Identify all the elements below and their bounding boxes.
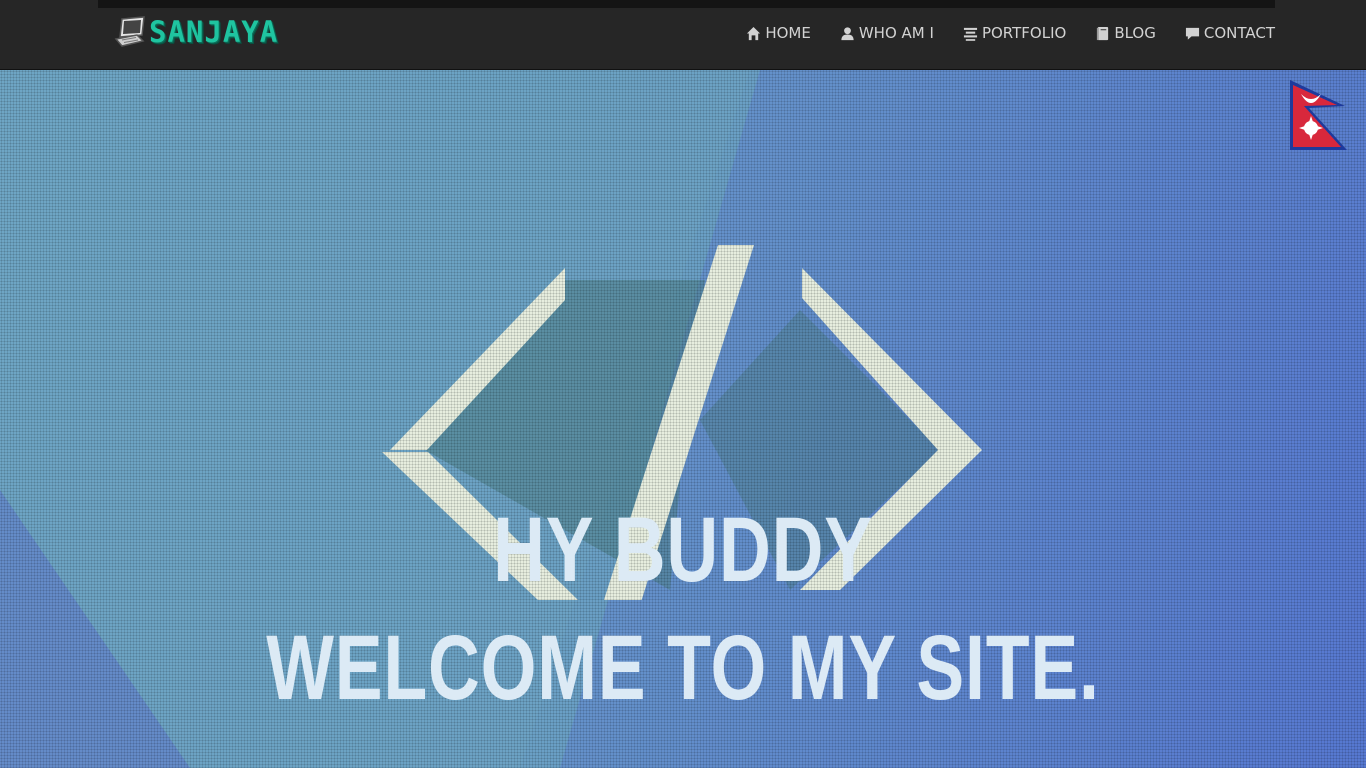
nav-who-am-i-label: WHO AM I [858,24,934,42]
list-icon [963,27,977,41]
main-nav: HOME WHO AM I PORTFOLIO BLOG CONTACT [746,20,1275,46]
home-icon [747,26,761,40]
brand-logo[interactable]: SANJAYA [113,15,278,49]
nav-home[interactable]: HOME [746,20,811,46]
nav-contact[interactable]: CONTACT [1185,20,1275,46]
brand-name: SANJAYA [149,15,279,49]
nav-contact-label: CONTACT [1203,24,1275,42]
nav-home-label: HOME [765,24,811,42]
hero-banner: HY BUDDY WELCOME TO MY SITE. [0,70,1366,768]
comment-icon [1185,27,1199,40]
nav-portfolio[interactable]: PORTFOLIO [963,20,1066,46]
nav-blog[interactable]: BLOG [1095,20,1156,46]
navbar-top-strip [98,0,1275,8]
nav-who-am-i[interactable]: WHO AM I [840,20,934,46]
hero-welcome: WELCOME TO MY SITE. [266,617,1100,719]
user-icon [841,26,854,40]
nav-portfolio-label: PORTFOLIO [981,24,1067,42]
nepal-flag-icon[interactable] [1287,78,1349,154]
hero-greeting: HY BUDDY [493,499,873,601]
book-icon [1097,26,1109,40]
navbar: SANJAYA HOME WHO AM I PORTFOLIO BLOG CON… [0,0,1366,70]
nav-blog-label: BLOG [1114,24,1156,42]
laptop-icon [114,16,145,47]
